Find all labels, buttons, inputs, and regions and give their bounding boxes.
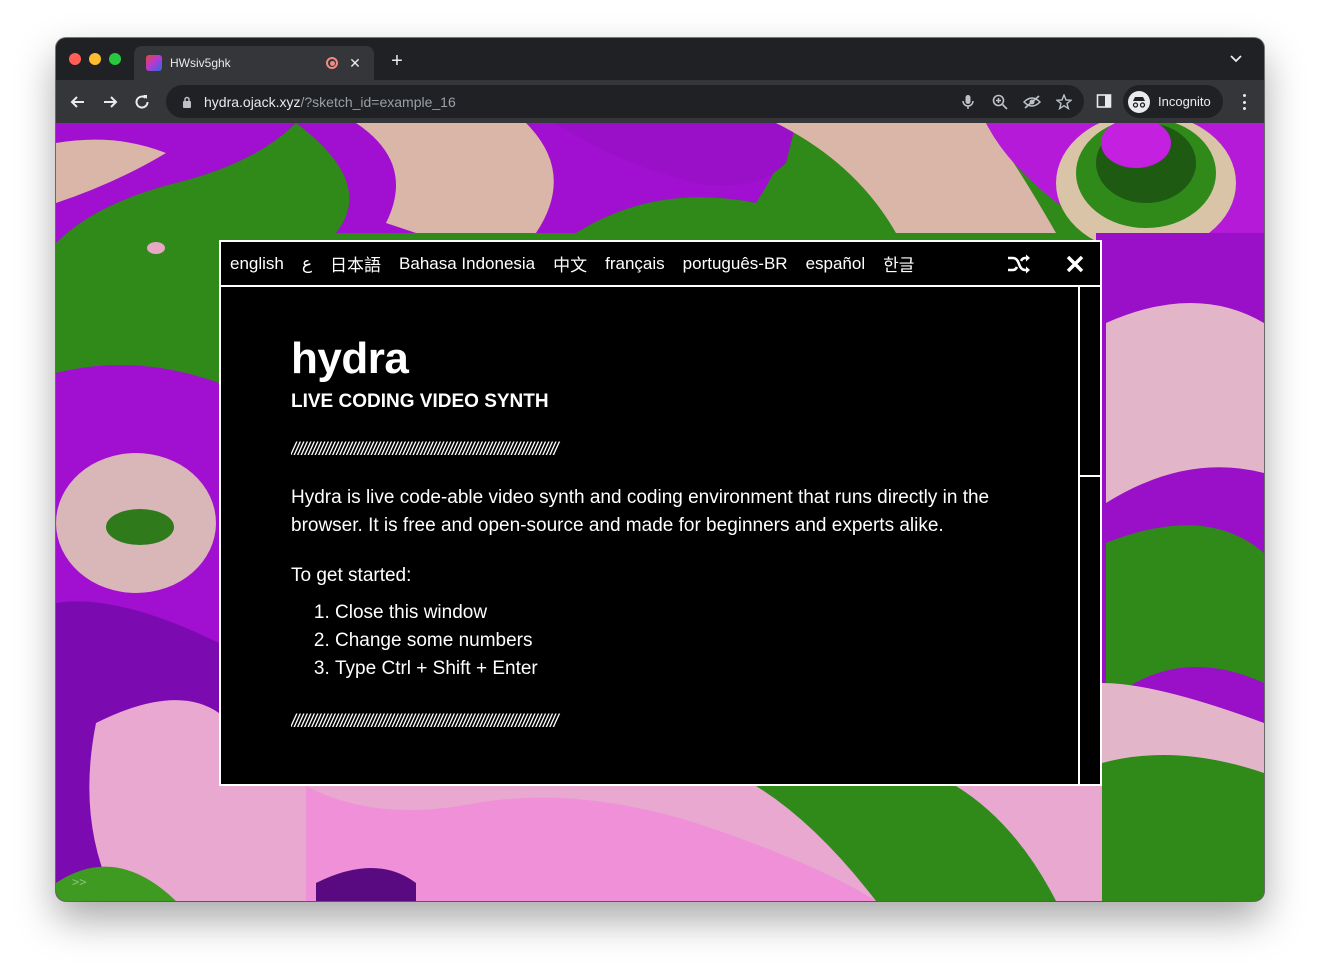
- forward-button[interactable]: [98, 90, 122, 114]
- lang-chinese[interactable]: 中文: [553, 251, 587, 276]
- modal-scrollbar[interactable]: [1078, 287, 1100, 784]
- page-subtitle: LIVE CODING VIDEO SYNTH: [291, 391, 549, 412]
- getting-started-label: To get started:: [291, 565, 412, 586]
- url-path: /?sketch_id=example_16: [300, 93, 456, 110]
- tab-title: HWsiv5ghk: [170, 56, 231, 70]
- list-item: Type Ctrl + Shift + Enter: [335, 655, 1011, 683]
- intro-paragraph: Hydra is live code-able video synth and …: [291, 487, 990, 536]
- modal-content-scroll[interactable]: hydra LIVE CODING VIDEO SYNTH //////////…: [221, 287, 1078, 784]
- scrollbar-thumb[interactable]: [1080, 287, 1100, 477]
- reload-icon: [135, 95, 149, 109]
- eye-off-icon[interactable]: [1022, 92, 1042, 112]
- lang-english[interactable]: english: [230, 254, 284, 274]
- page-title: hydra: [291, 334, 409, 383]
- arrow-left-icon: [70, 96, 84, 108]
- lang-indonesian[interactable]: Bahasa Indonesia: [399, 254, 535, 274]
- tab-strip: HWsiv5ghk ✕ +: [56, 38, 1264, 80]
- browser-menu-button[interactable]: [1236, 92, 1252, 112]
- shuffle-icon[interactable]: [1006, 251, 1032, 277]
- reload-button[interactable]: [130, 90, 154, 114]
- browser-window: HWsiv5ghk ✕ + hydra.ojack.xyz /?sketch_i…: [56, 38, 1264, 901]
- profile-label: Incognito: [1158, 94, 1211, 109]
- tab-search-icon[interactable]: [1230, 52, 1242, 66]
- info-modal: english ع 日本語 Bahasa Indonesia 中文 frança…: [219, 240, 1102, 786]
- arrow-right-icon: [104, 96, 118, 108]
- lang-spanish[interactable]: español: [806, 254, 866, 274]
- lang-japanese[interactable]: 日本語: [330, 251, 381, 276]
- active-tab[interactable]: HWsiv5ghk ✕: [134, 46, 374, 80]
- close-window-button[interactable]: [69, 53, 81, 65]
- lang-portuguese[interactable]: português-BR: [683, 254, 788, 274]
- slash-divider: ////////////////////////////////////////…: [291, 711, 559, 731]
- zoom-icon[interactable]: [990, 92, 1010, 112]
- minimize-window-button[interactable]: [89, 53, 101, 65]
- recording-indicator-icon: [326, 57, 338, 69]
- lang-korean[interactable]: 한글: [883, 251, 914, 276]
- hydra-canvas[interactable]: >> english ع 日本語 Bahasa Indonesia 中文 fra…: [56, 123, 1264, 901]
- maximize-window-button[interactable]: [109, 53, 121, 65]
- incognito-profile-button[interactable]: Incognito: [1123, 85, 1223, 118]
- address-bar[interactable]: hydra.ojack.xyz /?sketch_id=example_16: [166, 85, 1084, 118]
- steps-list: Close this window Change some numbers Ty…: [291, 599, 1011, 683]
- bookmark-star-icon[interactable]: [1054, 92, 1074, 112]
- language-bar: english ع 日本語 Bahasa Indonesia 中文 frança…: [221, 242, 1100, 287]
- lock-icon[interactable]: [180, 95, 194, 109]
- back-button[interactable]: [66, 90, 90, 114]
- incognito-icon: [1128, 90, 1150, 113]
- lang-french[interactable]: français: [605, 254, 665, 274]
- side-panel-icon[interactable]: [1096, 93, 1114, 111]
- browser-toolbar: hydra.ojack.xyz /?sketch_id=example_16 I…: [56, 80, 1264, 123]
- editor-prompt-hint: >>: [72, 875, 87, 889]
- tab-close-icon[interactable]: ✕: [346, 55, 364, 72]
- list-item: Close this window: [335, 599, 1011, 627]
- hydra-favicon-icon: [146, 55, 162, 71]
- close-icon[interactable]: [1062, 251, 1088, 277]
- lang-arabic[interactable]: ع: [302, 254, 312, 274]
- new-tab-button[interactable]: +: [386, 50, 408, 73]
- slash-divider: ////////////////////////////////////////…: [291, 439, 559, 459]
- url-host: hydra.ojack.xyz: [204, 93, 301, 110]
- microphone-icon[interactable]: [958, 92, 978, 112]
- list-item: Change some numbers: [335, 627, 1011, 655]
- modal-content: hydra LIVE CODING VIDEO SYNTH //////////…: [291, 335, 1011, 732]
